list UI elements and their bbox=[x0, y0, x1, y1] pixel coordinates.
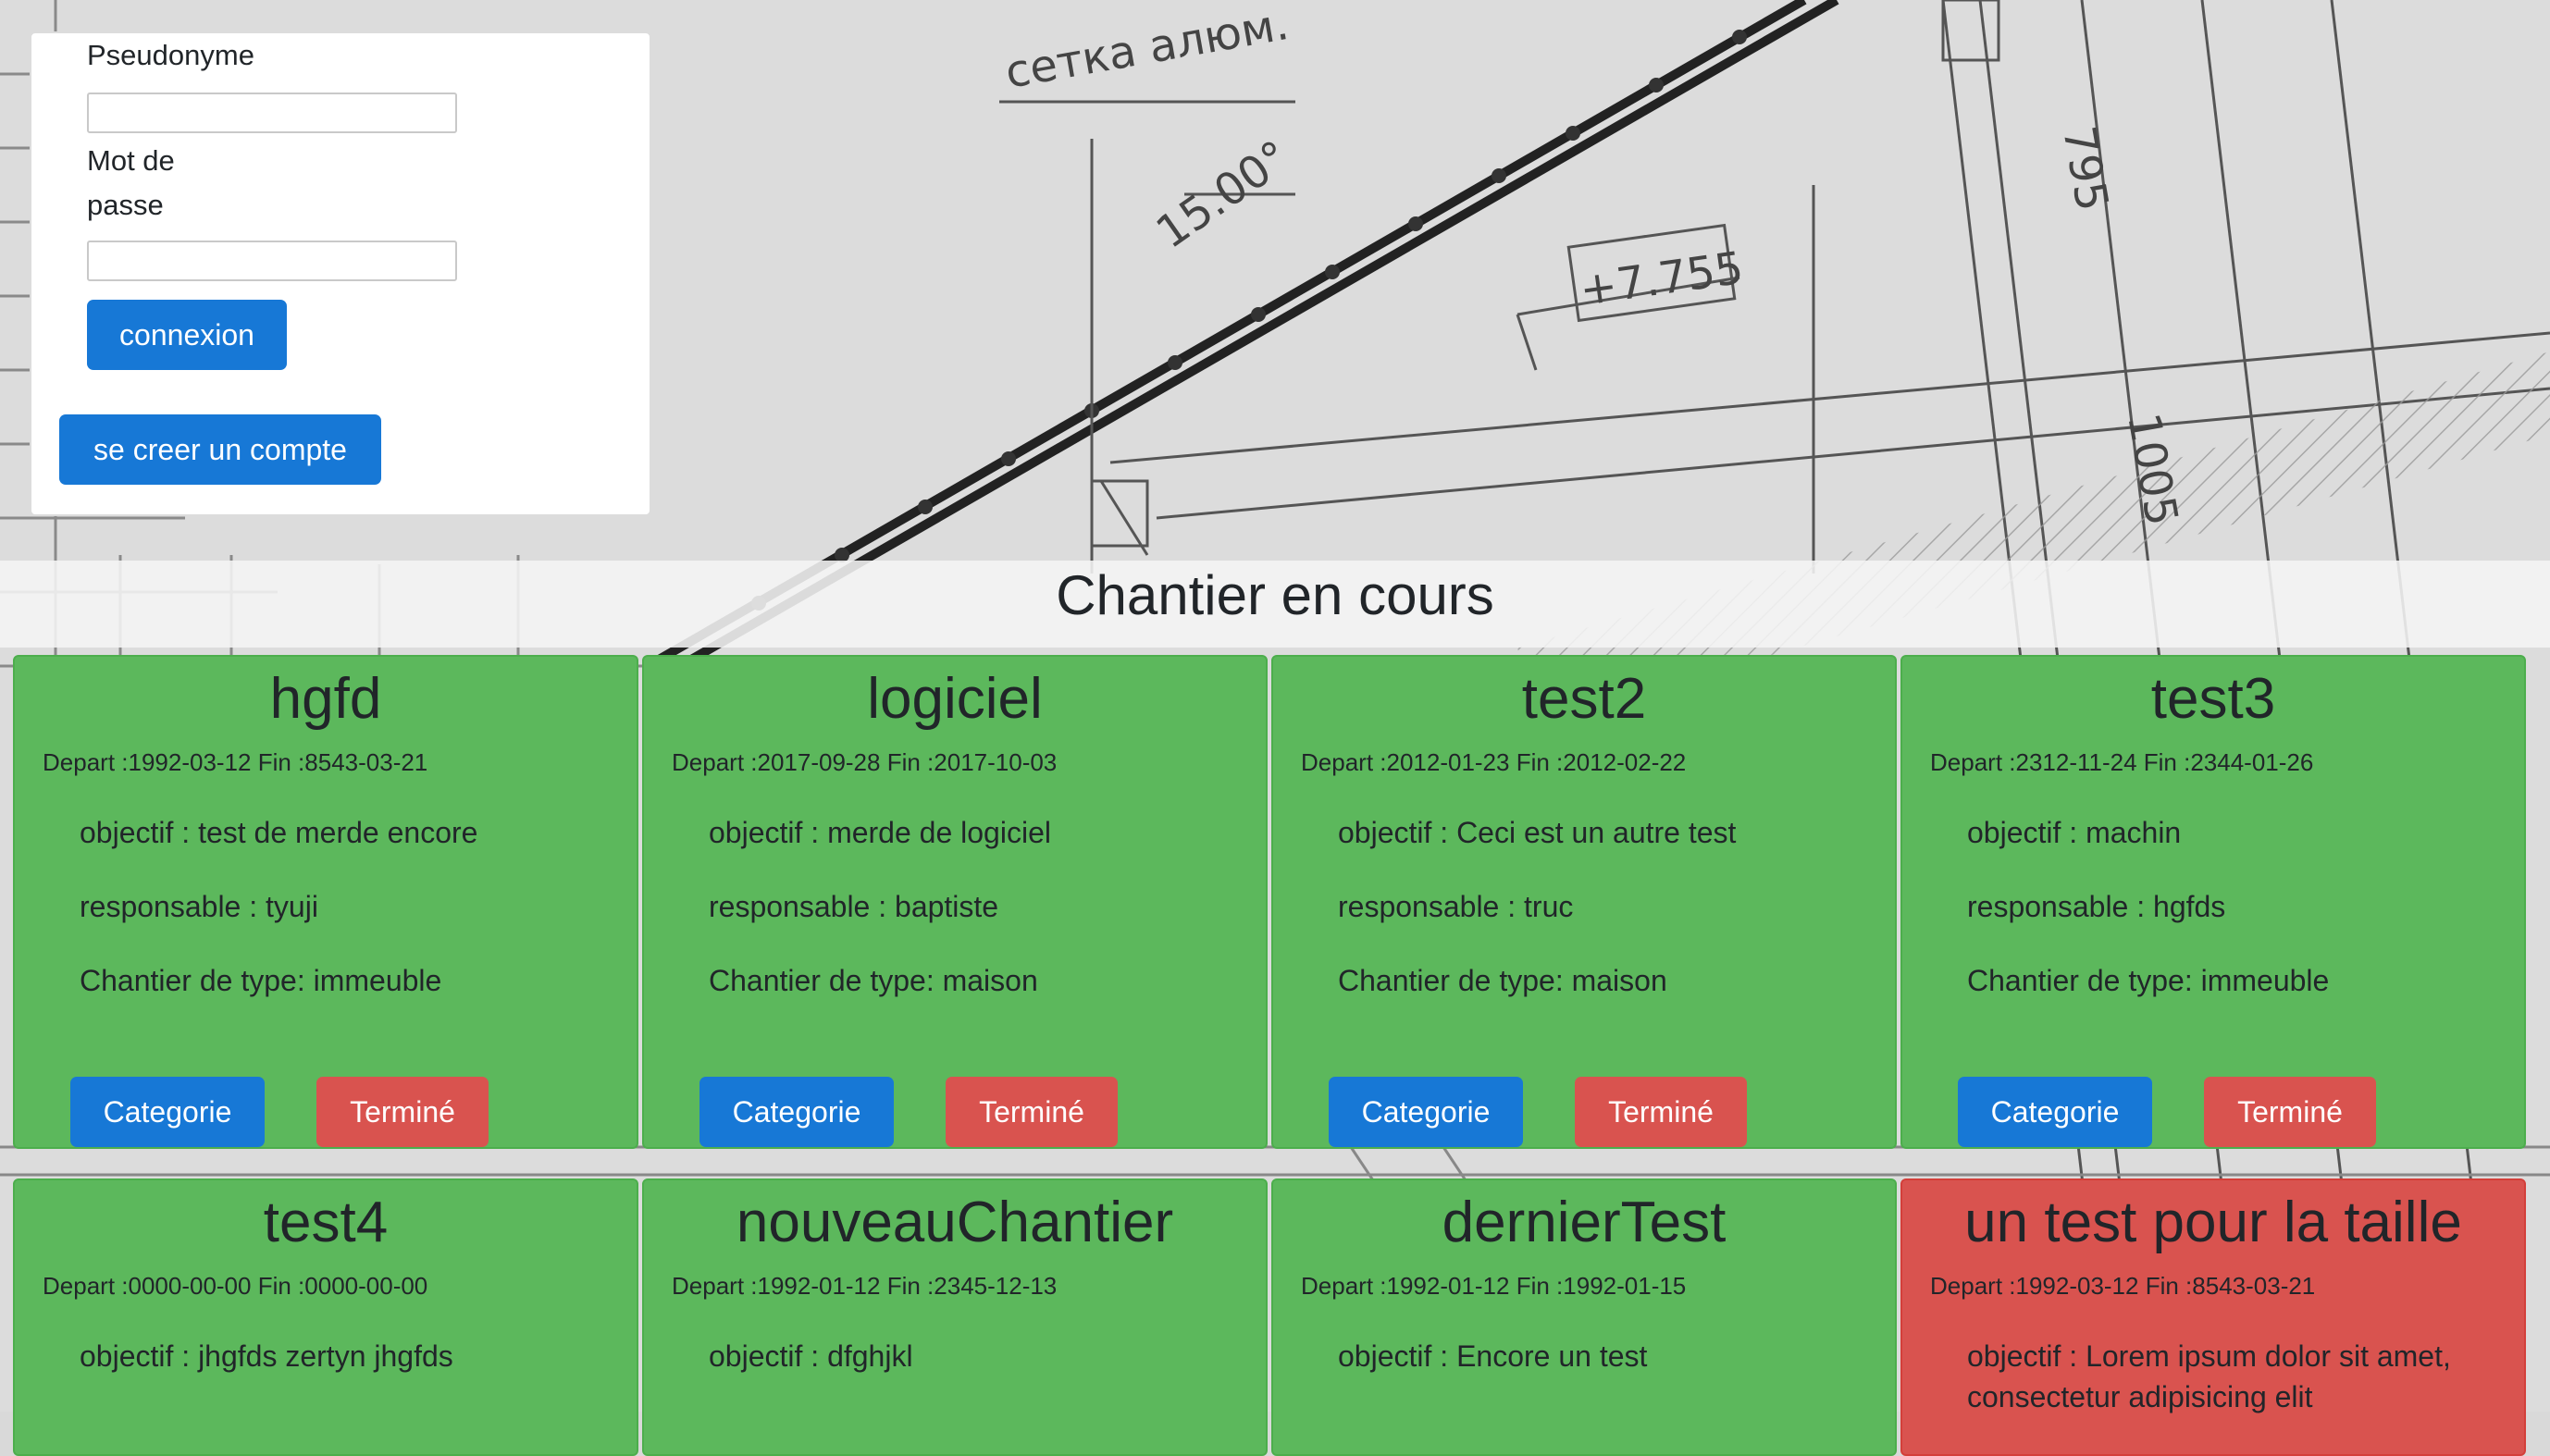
chantier-dates: Depart :1992-01-12 Fin :2345-12-13 bbox=[672, 1272, 1058, 1300]
chantier-type: Chantier de type: immeuble bbox=[80, 964, 442, 997]
chantier-responsable: responsable : baptiste bbox=[709, 890, 999, 923]
chantier-name: test3 bbox=[2150, 667, 2276, 731]
chantier-card: test2 Depart :2012-01-23 Fin :2012-02-22 o… bbox=[1271, 655, 1897, 1149]
chantier-objectif: objectif : machin bbox=[1967, 816, 2182, 849]
chantier-type: Chantier de type: maison bbox=[1338, 964, 1667, 997]
chantier-name: test4 bbox=[263, 1191, 389, 1254]
chantier-responsable: responsable : hgfds bbox=[1967, 890, 2226, 923]
chantier-type: Chantier de type: maison bbox=[709, 964, 1038, 997]
chantier-dates: Depart :1992-01-12 Fin :1992-01-15 bbox=[1301, 1272, 1687, 1300]
chantier-card: nouveauChantier Depart :1992-01-12 Fin :2… bbox=[642, 1178, 1268, 1456]
termine-button[interactable]: Terminé bbox=[2204, 1077, 2376, 1147]
chantier-dates: Depart :2312-11-24 Fin :2344-01-26 bbox=[1930, 748, 2314, 776]
chantier-objectif: objectif : Lorem ipsum dolor sit amet, c… bbox=[1967, 1339, 2451, 1413]
create-account-button[interactable]: se creer un compte bbox=[59, 414, 381, 485]
section-title: Chantier en cours bbox=[1056, 564, 1494, 626]
chantier-name: un test pour la taille bbox=[1964, 1191, 2462, 1254]
login-panel: Pseudonyme Mot de passe connexion se cre… bbox=[30, 31, 651, 516]
termine-button[interactable]: Terminé bbox=[1575, 1077, 1747, 1147]
chantier-card: un test pour la taille Depart :1992-03-12… bbox=[1900, 1178, 2526, 1456]
chantier-objectif: objectif : test de merde encore bbox=[80, 816, 478, 849]
password-label: Mot de passe bbox=[87, 139, 175, 228]
pseudonyme-label: Pseudonyme bbox=[87, 39, 254, 71]
chantier-dates: Depart :1992-03-12 Fin :8543-03-21 bbox=[43, 748, 428, 776]
password-label-line1: Mot de bbox=[87, 144, 175, 177]
pseudonyme-input[interactable] bbox=[87, 93, 457, 133]
chantier-card: test3 Depart :2312-11-24 Fin :2344-01-26 o… bbox=[1900, 655, 2526, 1149]
password-label-line2: passe bbox=[87, 189, 164, 221]
chantier-dates: Depart :0000-00-00 Fin :0000-00-00 bbox=[43, 1272, 428, 1300]
categorie-button[interactable]: Categorie bbox=[1329, 1077, 1523, 1147]
chantier-dates: Depart :2017-09-28 Fin :2017-10-03 bbox=[672, 748, 1058, 776]
password-input[interactable] bbox=[87, 241, 457, 281]
categorie-button[interactable]: Categorie bbox=[70, 1077, 265, 1147]
termine-button[interactable]: Terminé bbox=[946, 1077, 1118, 1147]
chantier-objectif: objectif : jhgfds zertyn jhgfds bbox=[80, 1339, 453, 1373]
chantier-objectif: objectif : Encore un test bbox=[1338, 1339, 1648, 1373]
chantier-card: hgfd Depart :1992-03-12 Fin :8543-03-21 ob… bbox=[13, 655, 638, 1149]
connexion-button[interactable]: connexion bbox=[87, 300, 287, 370]
chantier-name: nouveauChantier bbox=[736, 1191, 1174, 1254]
chantier-card: dernierTest Depart :1992-01-12 Fin :1992-… bbox=[1271, 1178, 1897, 1456]
chantier-name: logiciel bbox=[867, 667, 1043, 731]
chantier-type: Chantier de type: immeuble bbox=[1967, 964, 2330, 997]
chantier-card: test4 Depart :0000-00-00 Fin :0000-00-00 o… bbox=[13, 1178, 638, 1456]
chantier-objectif: objectif : merde de logiciel bbox=[709, 816, 1051, 849]
categorie-button[interactable]: Categorie bbox=[1958, 1077, 2152, 1147]
chantier-name: test2 bbox=[1521, 667, 1647, 731]
chantier-name: dernierTest bbox=[1442, 1191, 1727, 1254]
termine-button[interactable]: Terminé bbox=[316, 1077, 489, 1147]
chantier-responsable: responsable : tyuji bbox=[80, 890, 318, 923]
chantier-name: hgfd bbox=[269, 667, 382, 731]
chantier-dates: Depart :1992-03-12 Fin :8543-03-21 bbox=[1930, 1272, 2316, 1300]
chantier-objectif: objectif : dfghjkl bbox=[709, 1339, 913, 1373]
chantier-card: logiciel Depart :2017-09-28 Fin :2017-10-… bbox=[642, 655, 1268, 1149]
categorie-button[interactable]: Categorie bbox=[699, 1077, 894, 1147]
chantier-responsable: responsable : truc bbox=[1338, 890, 1574, 923]
chantier-dates: Depart :2012-01-23 Fin :2012-02-22 bbox=[1301, 748, 1687, 776]
chantier-objectif: objectif : Ceci est un autre test bbox=[1338, 816, 1737, 849]
